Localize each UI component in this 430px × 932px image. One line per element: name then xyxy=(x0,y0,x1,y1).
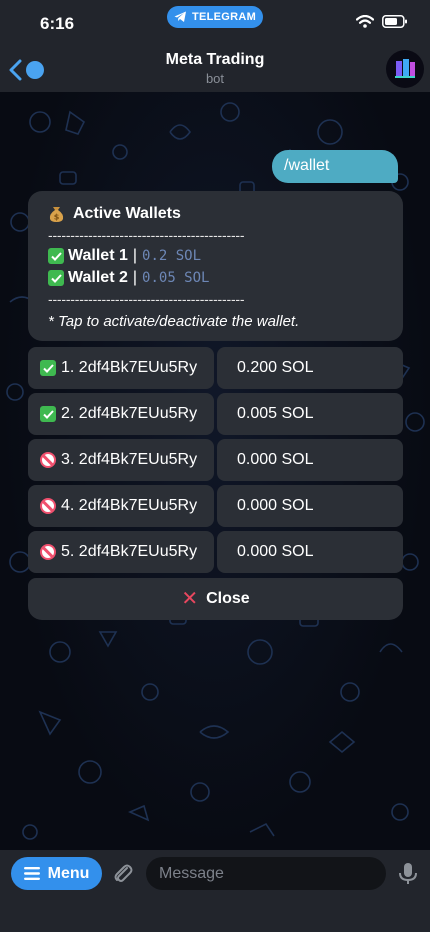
menu-label: Menu xyxy=(47,864,90,882)
svg-text:$: $ xyxy=(54,213,60,222)
status-time: 6:16 xyxy=(40,14,75,33)
wallet-line-1: Wallet 1 | 0.2 SOL xyxy=(48,247,383,265)
telegram-icon xyxy=(174,11,186,22)
prohibited-icon xyxy=(40,544,56,560)
separator-top: ----------------------------------------… xyxy=(48,227,245,243)
wallet-toggle-label: 3. 2df4Bk7EUu5Ry xyxy=(61,451,198,468)
attach-icon[interactable] xyxy=(111,862,135,886)
wallet-name: Wallet 1 xyxy=(68,247,128,264)
wifi-icon xyxy=(356,15,374,28)
check-icon xyxy=(48,270,64,286)
wallet-line-2: Wallet 2 | 0.05 SOL xyxy=(48,269,383,287)
chat-subtitle: bot xyxy=(205,71,225,86)
wallet-balance-button-2[interactable]: 0.005 SOL xyxy=(217,393,403,435)
pipe-divider: | xyxy=(132,247,138,264)
wallet-toggle-button-5[interactable]: 5. 2df4Bk7EUu5Ry xyxy=(28,531,214,573)
close-button[interactable]: ✕ Close xyxy=(28,578,403,620)
wallet-balance-button-4[interactable]: 0.000 SOL xyxy=(217,485,403,527)
pipe-divider: | xyxy=(132,269,138,286)
wallet-toggle-label: 5. 2df4Bk7EUu5Ry xyxy=(61,543,198,560)
chat-header: Meta Trading bot xyxy=(0,48,430,92)
wallet-balance: 0.2 SOL xyxy=(142,248,202,264)
wallet-row-1: 1. 2df4Bk7EUu5Ry 0.200 SOL xyxy=(28,347,403,389)
separator-bottom: ----------------------------------------… xyxy=(48,291,245,307)
wallet-row-3: 3. 2df4Bk7EUu5Ry 0.000 SOL xyxy=(28,439,403,481)
wallet-balance-button-3[interactable]: 0.000 SOL xyxy=(217,439,403,481)
wallet-row-2: 2. 2df4Bk7EUu5Ry 0.005 SOL xyxy=(28,393,403,435)
hamburger-icon xyxy=(23,867,40,880)
wallet-balance-button-5[interactable]: 0.000 SOL xyxy=(217,531,403,573)
wallet-balance-button-1[interactable]: 0.200 SOL xyxy=(217,347,403,389)
input-bar: Menu xyxy=(0,850,430,932)
wallet-toggle-button-2[interactable]: 2. 2df4Bk7EUu5Ry xyxy=(28,393,214,435)
chat-title-block[interactable]: Meta Trading bot xyxy=(0,51,430,86)
close-icon: ✕ xyxy=(181,588,199,610)
wallet-toggle-button-3[interactable]: 3. 2df4Bk7EUu5Ry xyxy=(28,439,214,481)
bot-message-note: * Tap to activate/deactivate the wallet. xyxy=(48,313,300,330)
wallet-name: Wallet 2 xyxy=(68,269,128,286)
telegram-pill-label: TELEGRAM xyxy=(191,11,257,23)
prohibited-icon xyxy=(40,498,56,514)
status-bar: 6:16 TELEGRAM xyxy=(0,0,430,48)
prohibited-icon xyxy=(40,452,56,468)
telegram-pill[interactable]: TELEGRAM xyxy=(167,6,263,28)
wallet-toggle-label: 2. 2df4Bk7EUu5Ry xyxy=(61,405,198,422)
wallet-toggle-button-4[interactable]: 4. 2df4Bk7EUu5Ry xyxy=(28,485,214,527)
money-bag-icon: $ xyxy=(49,207,64,222)
wallet-row-4: 4. 2df4Bk7EUu5Ry 0.000 SOL xyxy=(28,485,403,527)
microphone-icon[interactable] xyxy=(398,862,418,886)
bot-message-title: $ Active Wallets xyxy=(48,205,383,223)
battery-icon xyxy=(382,15,407,28)
chat-title: Meta Trading xyxy=(165,51,265,68)
close-label: Close xyxy=(206,590,250,607)
wallet-toggle-label: 1. 2df4Bk7EUu5Ry xyxy=(61,359,198,376)
outgoing-message: /wallet xyxy=(272,150,398,183)
active-wallets-title: Active Wallets xyxy=(73,205,181,222)
menu-button[interactable]: Menu xyxy=(11,857,102,890)
wallet-toggle-label: 4. 2df4Bk7EUu5Ry xyxy=(61,497,198,514)
meta-trading-logo-icon xyxy=(395,59,415,78)
wallet-toggle-button-1[interactable]: 1. 2df4Bk7EUu5Ry xyxy=(28,347,214,389)
status-icons xyxy=(356,15,408,28)
check-icon xyxy=(40,360,56,376)
message-input[interactable] xyxy=(146,857,386,890)
bot-message: $ Active Wallets -----------------------… xyxy=(28,191,403,341)
check-icon xyxy=(40,406,56,422)
bot-avatar[interactable] xyxy=(386,50,424,88)
wallet-balance: 0.05 SOL xyxy=(142,270,210,286)
wallet-row-5: 5. 2df4Bk7EUu5Ry 0.000 SOL xyxy=(28,531,403,573)
check-icon xyxy=(48,248,64,264)
